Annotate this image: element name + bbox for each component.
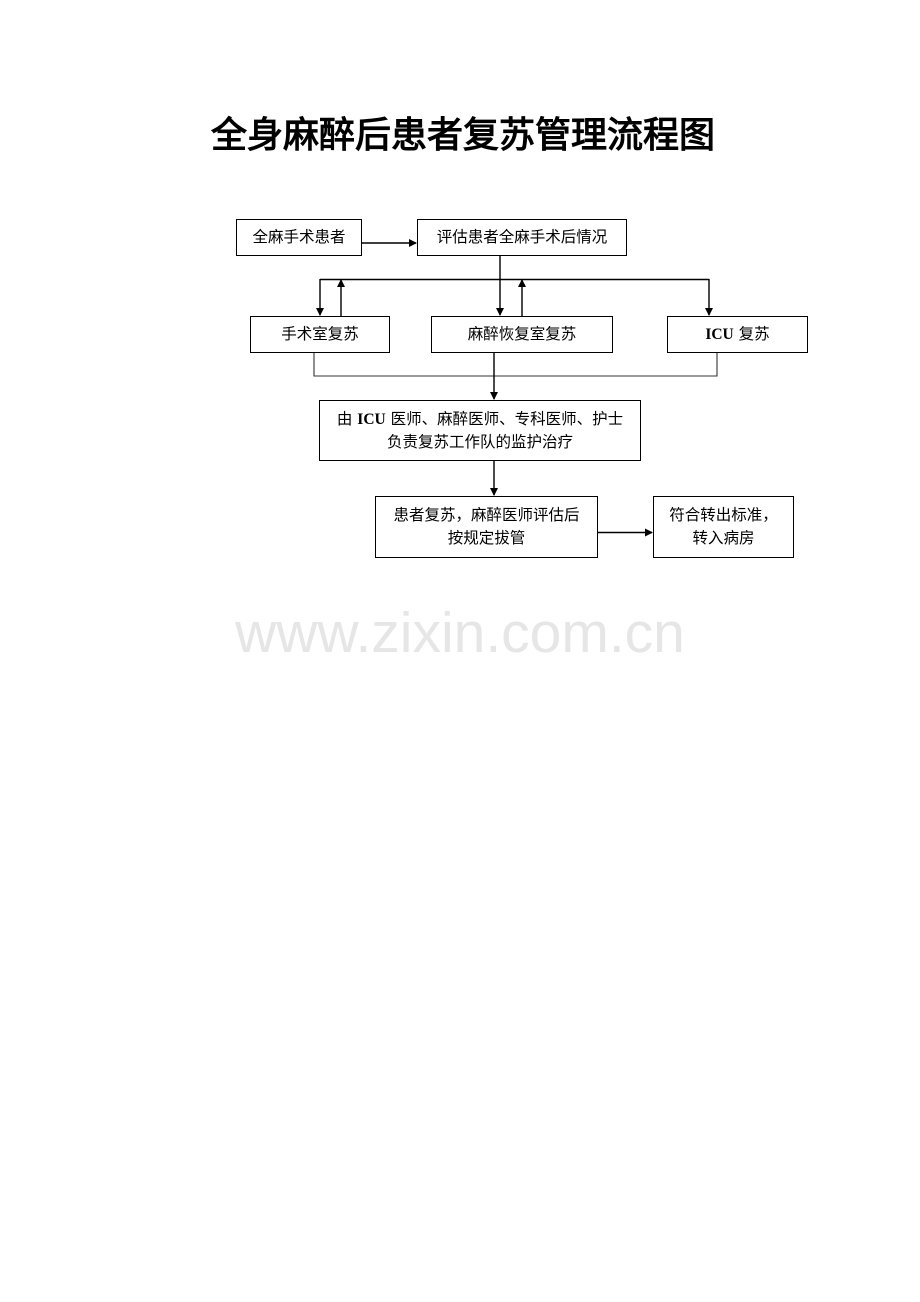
node-transfer-line1: 符合转出标准，: [669, 506, 778, 524]
node-icu-label-rest: 复苏: [733, 325, 770, 343]
node-transfer: 符合转出标准， 转入病房: [653, 496, 794, 558]
node-team-line1: 由 ICU 医师、麻醉医师、专科医师、护士: [337, 408, 623, 431]
node-pacu: 麻醉恢复室复苏: [431, 316, 613, 353]
node-operating-room-label: 手术室复苏: [281, 325, 359, 343]
node-assess: 评估患者全麻手术后情况: [417, 219, 627, 256]
node-operating-room: 手术室复苏: [250, 316, 390, 353]
node-team-line2: 负责复苏工作队的监护治疗: [386, 432, 573, 451]
node-patient-label: 全麻手术患者: [252, 228, 346, 246]
node-team-line1-latin: ICU: [357, 410, 386, 428]
node-team: 由 ICU 医师、麻醉医师、专科医师、护士 负责复苏工作队的监护治疗: [319, 400, 641, 461]
page-title: 全身麻醉后患者复苏管理流程图: [210, 115, 715, 156]
node-team-line1-rest: 医师、麻醉医师、专科医师、护士: [385, 409, 624, 428]
node-transfer-line2: 转入病房: [692, 529, 755, 547]
node-pacu-label: 麻醉恢复室复苏: [467, 325, 577, 343]
node-assess-label: 评估患者全麻手术后情况: [436, 228, 608, 246]
node-icu-label: ICU 复苏: [705, 323, 769, 346]
node-patient: 全麻手术患者: [236, 219, 362, 256]
node-extubate: 患者复苏，麻醉医师评估后 按规定拔管: [375, 496, 598, 558]
merge-line: [313, 352, 718, 377]
node-extubate-line1: 患者复苏，麻醉医师评估后: [393, 506, 580, 524]
node-icu: ICU 复苏: [667, 316, 808, 353]
node-icu-label-latin: ICU: [705, 326, 734, 343]
node-extubate-line2: 按规定拔管: [447, 529, 526, 547]
node-team-line1-prefix: 由: [336, 409, 358, 428]
watermark: www.zixin.com.cn: [235, 601, 685, 665]
